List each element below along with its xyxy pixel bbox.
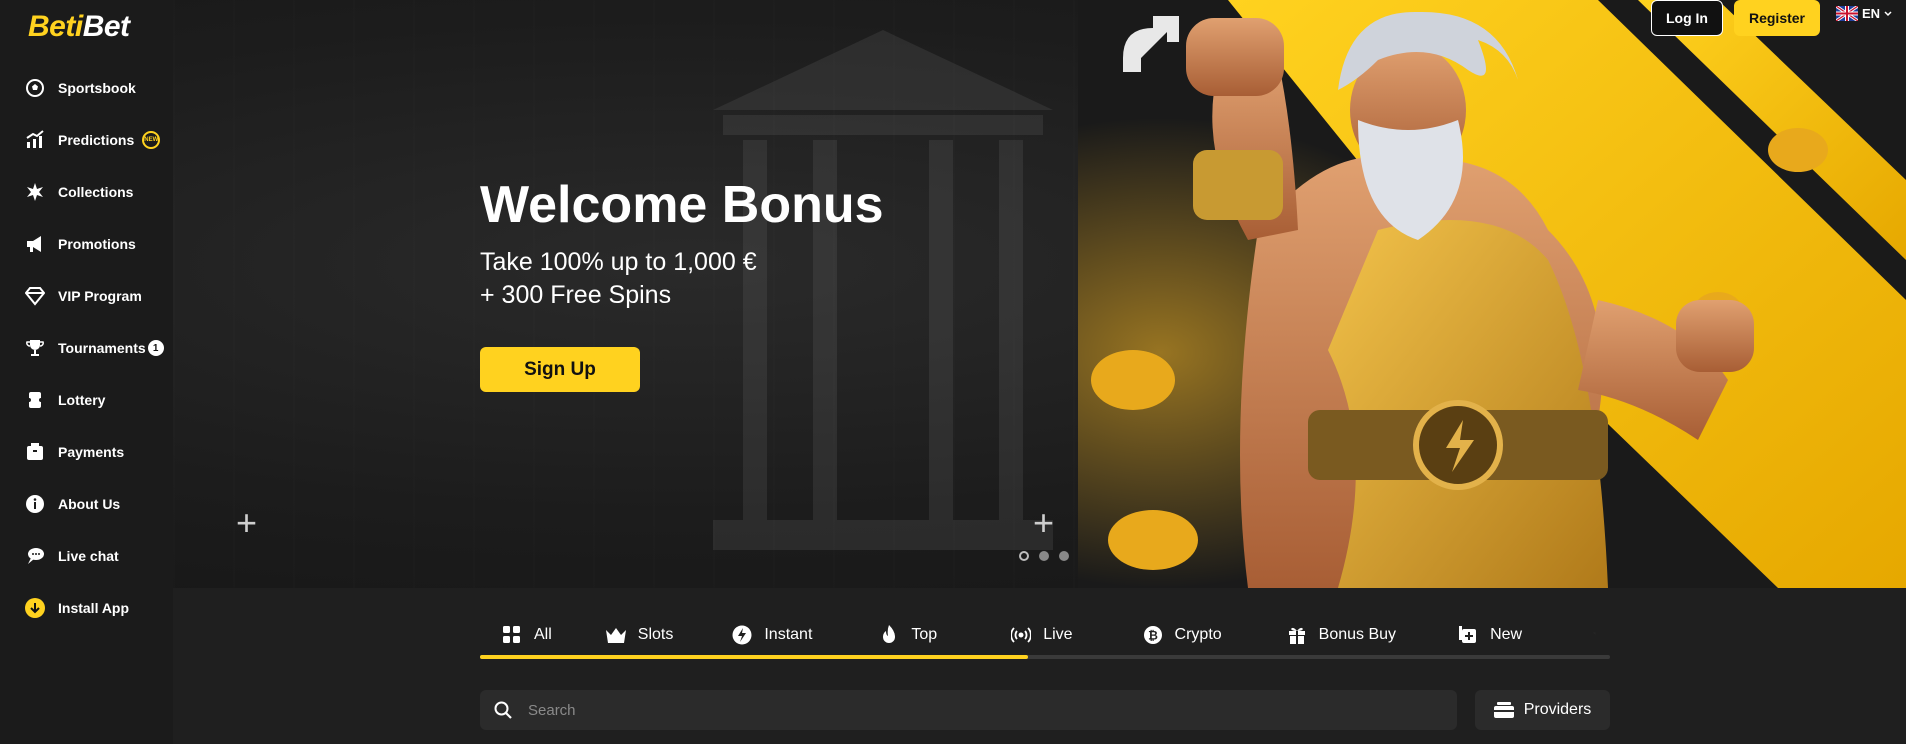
soccer-ball-icon (24, 77, 46, 99)
tab-label: Slots (637, 626, 674, 643)
chat-icon (24, 545, 46, 567)
zeus-artwork (1078, 0, 1906, 588)
search-icon (494, 701, 512, 719)
sidebar-item-label: Collections (58, 184, 134, 200)
sidebar-item-lottery[interactable]: Lottery (0, 374, 173, 426)
sidebar: BetiBet Sportsbook Predictions NEW Colle… (0, 0, 173, 744)
tab-top[interactable]: Top (834, 615, 959, 655)
sidebar-item-about-us[interactable]: About Us (0, 478, 173, 530)
tab-label: Crypto (1174, 626, 1222, 643)
arrow-logo-icon (1123, 16, 1179, 72)
providers-label: Providers (1523, 701, 1592, 718)
info-icon (24, 493, 46, 515)
sidebar-item-install-app[interactable]: Install App (0, 582, 173, 634)
language-label: EN (1862, 6, 1881, 21)
search-input[interactable] (528, 701, 1408, 719)
new-icon (1458, 625, 1478, 645)
sidebar-item-sportsbook[interactable]: Sportsbook (0, 62, 173, 114)
tab-all[interactable]: All (480, 615, 574, 655)
sidebar-item-label: VIP Program (58, 288, 142, 304)
tab-label: Instant (764, 626, 813, 643)
sidebar-item-payments[interactable]: Payments (0, 426, 173, 478)
sign-up-button[interactable]: Sign Up (480, 347, 640, 392)
carousel-dot[interactable] (1039, 551, 1049, 561)
download-icon (24, 597, 46, 619)
sidebar-item-live-chat[interactable]: Live chat (0, 530, 173, 582)
sidebar-item-label: Predictions (58, 132, 135, 148)
uk-flag-icon (1836, 6, 1858, 21)
tab-crypto[interactable]: ₿ Crypto (1095, 615, 1244, 655)
count-badge: 1 (147, 340, 164, 356)
hero-offer-line-2: + 300 Free Spins (480, 281, 672, 309)
tabs-scroll-indicator[interactable] (480, 655, 1029, 659)
sidebar-item-vip-program[interactable]: VIP Program (0, 270, 173, 322)
svg-text:₿: ₿ (1148, 629, 1158, 643)
tab-live[interactable]: Live (959, 615, 1094, 655)
sidebar-item-label: Promotions (58, 236, 136, 252)
tabs-fade-overlay (1520, 610, 1610, 650)
lightning-icon (732, 625, 752, 645)
burst-icon (24, 181, 46, 203)
diamond-icon (24, 285, 46, 307)
tabs-scroll-track[interactable] (480, 655, 1610, 659)
crosshair-icon: + (1033, 502, 1055, 543)
gift-icon (1287, 625, 1307, 645)
sidebar-item-predictions[interactable]: Predictions NEW (0, 114, 173, 166)
tab-label: New (1490, 626, 1523, 643)
hero-offer-line-1: Take 100% up to 1,000 € (480, 248, 757, 276)
sidebar-item-label: Sportsbook (58, 80, 136, 96)
sidebar-item-label: Lottery (58, 392, 106, 408)
sidebar-item-label: Install App (58, 600, 130, 616)
crown-icon (605, 625, 626, 645)
chevron-down-icon (1884, 10, 1892, 16)
hero-title: Welcome Bonus (480, 176, 884, 234)
log-in-button[interactable]: Log In (1651, 0, 1723, 36)
providers-button[interactable]: Providers (1475, 690, 1610, 730)
sidebar-item-label: Live chat (58, 548, 119, 564)
tab-bonus-buy[interactable]: Bonus Buy (1244, 615, 1418, 655)
chart-icon (24, 129, 46, 151)
megaphone-icon (24, 233, 46, 255)
carousel-dot[interactable] (1059, 551, 1069, 561)
brand-logo[interactable]: BetiBet (28, 10, 130, 44)
sidebar-item-promotions[interactable]: Promotions (0, 218, 173, 270)
bitcoin-icon: ₿ (1143, 625, 1163, 645)
providers-icon (1493, 702, 1514, 718)
tab-label: Live (1043, 626, 1073, 643)
tab-slots[interactable]: Slots (574, 615, 696, 655)
grid-icon (502, 625, 522, 645)
broadcast-icon (1011, 625, 1032, 645)
sidebar-item-label: Payments (58, 444, 125, 460)
tab-label: Top (911, 626, 938, 643)
sidebar-nav: Sportsbook Predictions NEW Collections P… (0, 62, 173, 634)
sidebar-item-collections[interactable]: Collections (0, 166, 173, 218)
game-search-bar[interactable] (480, 690, 1457, 730)
trophy-icon (24, 337, 46, 359)
ticket-icon (24, 389, 46, 411)
category-tabs: All Slots Instant Top Live ₿ Crypto Bonu… (480, 610, 1610, 660)
hero-banner: Welcome Bonus Take 100% up to 1,000 € + … (173, 0, 1906, 588)
sidebar-item-label: Tournaments (58, 340, 146, 356)
carousel-dots (1019, 551, 1069, 561)
wallet-icon (24, 441, 46, 463)
tab-label: All (534, 626, 552, 643)
tab-instant[interactable]: Instant (695, 615, 834, 655)
new-badge: NEW (142, 131, 161, 149)
crosshair-icon: + (236, 502, 258, 543)
carousel-dot[interactable] (1019, 551, 1029, 561)
flame-icon (879, 625, 899, 645)
sidebar-item-label: About Us (58, 496, 121, 512)
hero-subtitle: Take 100% up to 1,000 € + 300 Free Spins (480, 246, 757, 312)
register-button[interactable]: Register (1734, 0, 1820, 36)
language-selector[interactable]: EN (1836, 6, 1892, 21)
sidebar-item-tournaments[interactable]: Tournaments 1 (0, 322, 173, 374)
tab-label: Bonus Buy (1318, 626, 1397, 643)
